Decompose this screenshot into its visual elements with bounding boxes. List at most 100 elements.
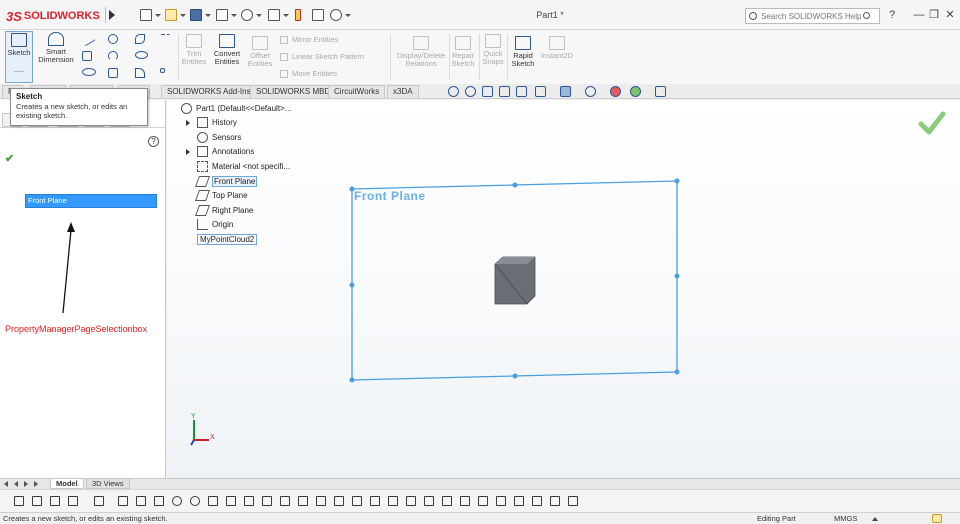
mirror-entities-button[interactable]: Mirror Entities: [280, 34, 338, 45]
trim-icon[interactable]: [244, 496, 254, 506]
view-settings-icon[interactable]: [655, 86, 666, 97]
circle-icon[interactable]: [108, 34, 118, 44]
tree-item-sensors[interactable]: Sensors: [197, 131, 241, 144]
block-icon[interactable]: [550, 496, 560, 506]
plane-handle[interactable]: [512, 182, 518, 188]
ellipse-icon[interactable]: [135, 51, 148, 59]
rectangle-icon[interactable]: [154, 496, 164, 506]
circle-icon[interactable]: [172, 496, 182, 506]
offset-entities-button[interactable]: Offset Entities: [245, 36, 275, 68]
point-icon[interactable]: [118, 496, 128, 506]
parallel-icon[interactable]: [460, 496, 470, 506]
rapid-sketch-button[interactable]: Rapid Sketch: [510, 36, 536, 68]
quick-snaps-button[interactable]: Quick Snaps: [480, 34, 506, 66]
tree-item-right-plane[interactable]: Right Plane: [194, 204, 253, 217]
convert-entities-button[interactable]: Convert Entities: [210, 34, 244, 66]
last-tab-icon[interactable]: [34, 481, 38, 487]
expand-icon[interactable]: [186, 120, 190, 126]
move-icon[interactable]: [334, 496, 344, 506]
zoom-to-fit-icon[interactable]: [448, 86, 459, 97]
arc-icon[interactable]: [108, 51, 118, 61]
undo-dropdown-icon[interactable]: [256, 14, 262, 17]
polygon-icon[interactable]: [208, 496, 218, 506]
solidworks-logo[interactable]: 3S SOLIDWORKS: [6, 8, 100, 24]
select-arrow-icon[interactable]: [68, 496, 78, 506]
text-icon[interactable]: [160, 51, 170, 61]
select-arrow-icon[interactable]: [268, 9, 280, 21]
undo-icon[interactable]: [241, 9, 253, 21]
fillet-icon[interactable]: [262, 496, 272, 506]
tree-item-front-plane[interactable]: Front Plane: [194, 175, 258, 188]
centerline-icon[interactable]: [160, 34, 170, 44]
hide-show-items-icon[interactable]: [585, 86, 596, 97]
mirror-icon[interactable]: [316, 496, 326, 506]
line-icon[interactable]: [136, 496, 146, 506]
zoom-to-area-icon[interactable]: [465, 86, 476, 97]
help-search-input[interactable]: [761, 10, 861, 22]
tab-model[interactable]: Model: [50, 479, 84, 489]
perpendicular-icon[interactable]: [478, 496, 488, 506]
apply-scene-icon[interactable]: [630, 86, 641, 97]
pattern-icon[interactable]: [532, 496, 542, 506]
filter-toggle-icon[interactable]: [32, 496, 42, 506]
confirm-check-icon[interactable]: [917, 110, 947, 138]
section-view-icon[interactable]: [499, 86, 510, 97]
previous-view-icon[interactable]: [482, 86, 493, 97]
move-entities-button[interactable]: Move Entities: [280, 68, 337, 79]
close-button[interactable]: ✕: [943, 8, 957, 22]
tab-circuitworks[interactable]: CircuitWorks: [328, 85, 386, 98]
plane-handle[interactable]: [674, 178, 680, 184]
tangent-icon[interactable]: [442, 496, 452, 506]
fillet-icon[interactable]: [135, 68, 145, 78]
chamfer-icon[interactable]: [280, 496, 290, 506]
tree-root[interactable]: Part1 (Default<<Default>...: [181, 102, 291, 115]
tab-x3da[interactable]: x3DA: [387, 85, 419, 98]
linear-sketch-pattern-button[interactable]: Linear Sketch Pattern: [280, 51, 364, 62]
help-search-box[interactable]: [745, 8, 880, 24]
plane-handle[interactable]: [349, 282, 355, 288]
filter-icon[interactable]: [14, 496, 24, 506]
tab-3d-views[interactable]: 3D Views: [86, 479, 130, 489]
rebuild-pencil-icon[interactable]: [932, 514, 942, 523]
file-properties-icon[interactable]: [312, 9, 324, 21]
prev-tab-icon[interactable]: [14, 481, 18, 487]
expand-icon[interactable]: [186, 149, 190, 155]
units-selector[interactable]: MMGS: [834, 513, 857, 524]
plane-handle[interactable]: [512, 373, 518, 379]
options-dropdown-icon[interactable]: [345, 14, 351, 17]
dimension-icon[interactable]: [352, 496, 362, 506]
print-icon[interactable]: [216, 9, 228, 21]
search-go-icon[interactable]: [863, 12, 870, 19]
slot-icon[interactable]: [82, 68, 96, 76]
help-button[interactable]: ?: [885, 8, 899, 22]
plane-handle[interactable]: [674, 273, 680, 279]
options-gear-icon[interactable]: [330, 9, 342, 21]
tree-item-annotations[interactable]: Annotations: [186, 145, 254, 158]
units-dropdown-icon[interactable]: [872, 517, 878, 521]
coincident-icon[interactable]: [424, 496, 434, 506]
line-icon[interactable]: [80, 31, 96, 47]
open-dropdown-icon[interactable]: [180, 14, 186, 17]
trim-entities-button[interactable]: Trim Entities: [180, 34, 208, 66]
menu-expand-arrow-icon[interactable]: [105, 7, 117, 23]
tree-item-top-plane[interactable]: Top Plane: [194, 189, 248, 202]
ok-check-icon[interactable]: ✔: [5, 152, 14, 165]
exit-sketch-icon[interactable]: [568, 496, 578, 506]
grid-icon[interactable]: [94, 496, 104, 506]
graphics-area[interactable]: Front Plane X Y Part1 (Default<<Default>…: [167, 100, 960, 478]
tab-solidworks-add-ins[interactable]: SOLIDWORKS Add-Ins: [161, 85, 257, 98]
point-cloud-cube[interactable]: [494, 256, 536, 305]
new-document-icon[interactable]: [140, 9, 152, 21]
vertical-relation-icon[interactable]: [406, 496, 416, 506]
save-dropdown-icon[interactable]: [205, 14, 211, 17]
print-dropdown-icon[interactable]: [231, 14, 237, 17]
rectangle-icon[interactable]: [82, 51, 92, 61]
next-tab-icon[interactable]: [24, 481, 28, 487]
save-icon[interactable]: [190, 9, 202, 21]
repair-sketch-button[interactable]: Repair Sketch: [450, 36, 476, 68]
property-manager-selection-box[interactable]: Front Plane: [25, 194, 157, 208]
tree-item-material[interactable]: Material <not specifi...: [197, 160, 290, 173]
tree-item-mypointcloud2[interactable]: MyPointCloud2: [197, 233, 258, 246]
tree-item-origin[interactable]: Origin: [197, 218, 233, 231]
horizontal-relation-icon[interactable]: [388, 496, 398, 506]
